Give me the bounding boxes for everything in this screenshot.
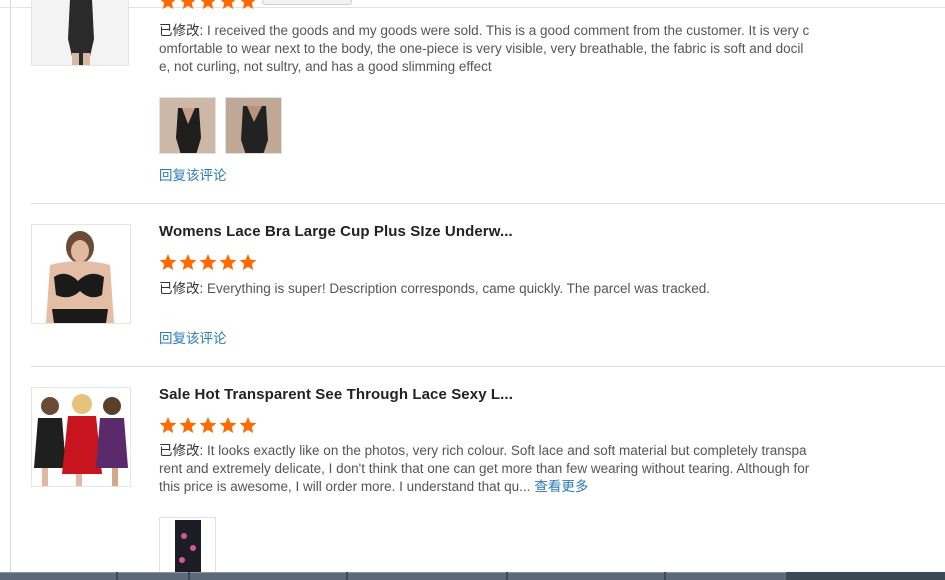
- review-item-3: Sale Hot Transparent See Through Lace Se…: [31, 366, 945, 577]
- edited-prefix: 已修改:: [159, 281, 208, 296]
- edited-prefix: 已修改:: [159, 23, 208, 38]
- review-comment: 已修改: I received the goods and my goods w…: [159, 22, 811, 76]
- star-icon: [219, 417, 237, 433]
- reply-to-review-link[interactable]: 回复该评论: [159, 164, 227, 184]
- lingerie-set-product-image: [32, 388, 130, 486]
- taskbar-item[interactable]: [348, 572, 506, 580]
- taskbar-item[interactable]: [0, 572, 116, 580]
- review-comment: 已修改: It looks exactly like on the photos…: [159, 442, 811, 496]
- bra-product-image: [32, 225, 130, 323]
- review-item-1: 已修改: I received the goods and my goods w…: [31, 0, 945, 203]
- review-photo-1[interactable]: [159, 97, 216, 154]
- star-icon: [199, 417, 217, 433]
- product-title[interactable]: Womens Lace Bra Large Cup Plus SIze Unde…: [159, 223, 513, 240]
- lingerie-photo-icon: [160, 518, 215, 576]
- star-icon: [180, 0, 196, 9]
- comment-text: I received the goods and my goods were s…: [159, 23, 810, 74]
- star-icon: [220, 0, 236, 9]
- lingerie-photo-icon: [226, 98, 281, 153]
- view-more-link[interactable]: 查看更多: [534, 479, 588, 494]
- taskbar-item[interactable]: [508, 572, 664, 580]
- os-taskbar: [0, 572, 945, 580]
- star-icon: [159, 417, 177, 433]
- taskbar-item[interactable]: [190, 572, 346, 580]
- star-icon: [200, 0, 216, 9]
- rating-stars: [159, 253, 257, 271]
- edited-prefix: 已修改:: [159, 443, 208, 458]
- page-left-border: [10, 0, 11, 572]
- comment-text: Everything is super! Description corresp…: [207, 281, 710, 296]
- comment-text: It looks exactly like on the photos, ver…: [159, 443, 810, 494]
- review-photo-2[interactable]: [225, 97, 282, 154]
- star-icon: [160, 0, 176, 9]
- star-icon: [239, 417, 257, 433]
- star-icon: [159, 254, 177, 270]
- bodysuit-product-image: [32, 0, 128, 65]
- star-icon: [219, 254, 237, 270]
- star-icon: [239, 254, 257, 270]
- reply-to-review-link[interactable]: 回复该评论: [159, 327, 227, 347]
- product-thumbnail[interactable]: [31, 387, 131, 487]
- lingerie-photo-icon: [160, 98, 215, 153]
- product-title[interactable]: Sale Hot Transparent See Through Lace Se…: [159, 386, 513, 403]
- review-item-2: Womens Lace Bra Large Cup Plus SIze Unde…: [31, 203, 945, 366]
- review-comment: 已修改: Everything is super! Description co…: [159, 280, 811, 298]
- rating-stars: [159, 416, 257, 434]
- star-icon: [240, 0, 256, 9]
- product-thumbnail[interactable]: [31, 0, 129, 66]
- taskbar-item[interactable]: [666, 572, 786, 580]
- rating-stars: [159, 0, 257, 10]
- star-icon: [199, 254, 217, 270]
- taskbar-item[interactable]: [118, 572, 188, 580]
- product-thumbnail[interactable]: [31, 224, 131, 324]
- star-icon: [179, 417, 197, 433]
- star-icon: [179, 254, 197, 270]
- review-photo-1[interactable]: [159, 517, 216, 577]
